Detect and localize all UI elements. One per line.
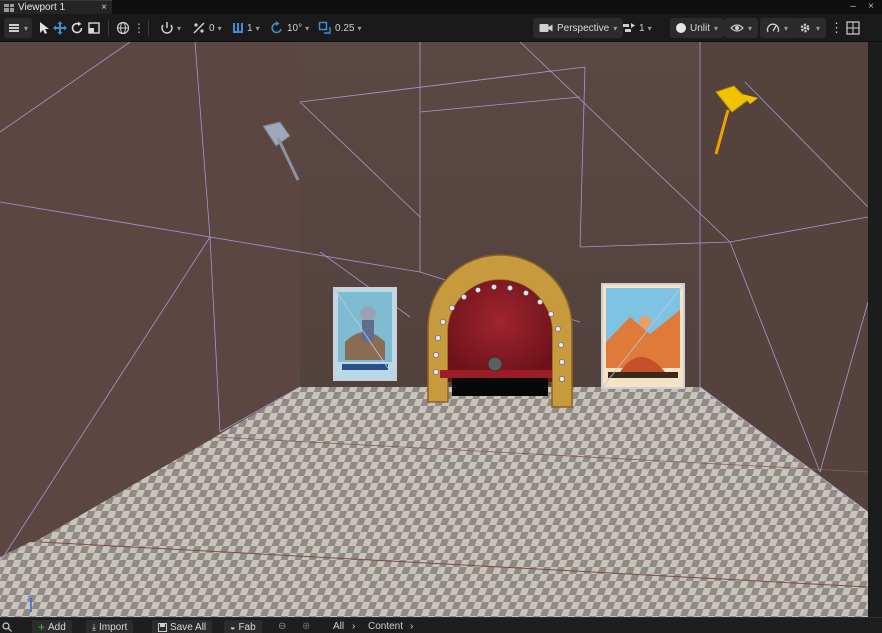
save-all-button[interactable]: Save All bbox=[152, 620, 213, 633]
settings-button[interactable]: ▾ bbox=[792, 18, 827, 38]
axis-gizmo: z bbox=[27, 595, 32, 612]
tab-label: Viewport 1 bbox=[18, 2, 66, 13]
gauge-icon bbox=[766, 23, 780, 33]
path-root[interactable]: All bbox=[333, 620, 344, 633]
hamburger-icon bbox=[8, 24, 19, 32]
rotate-icon[interactable] bbox=[70, 21, 84, 35]
chevron-down-icon: ▾ bbox=[357, 23, 362, 33]
grid-snap-icon bbox=[193, 22, 205, 34]
fab-icon: ◒ bbox=[230, 622, 236, 632]
surface-snap-button[interactable]: ▾ bbox=[160, 18, 181, 38]
add-label: Add bbox=[48, 621, 66, 633]
chevron-down-icon: ▾ bbox=[784, 23, 789, 33]
camera-speed-button[interactable]: 1 ▾ bbox=[622, 18, 652, 38]
close-window-icon[interactable]: × bbox=[864, 1, 878, 12]
rotation-snap-value: 1 bbox=[247, 22, 253, 34]
unlit-sphere-icon bbox=[676, 23, 686, 33]
lit-mode-button[interactable]: Unlit ▾ bbox=[670, 18, 725, 38]
toolbar-separator bbox=[148, 20, 149, 36]
globe-icon bbox=[116, 21, 130, 35]
camera-icon bbox=[539, 24, 553, 32]
chevron-down-icon: ▾ bbox=[816, 23, 821, 33]
viewport-toolbar: ▾ ⋮ ▾ 0 ▾ 1 ▾ 10° ▾ 0.25 ▾ Perspective ▾ bbox=[0, 14, 882, 42]
fab-label: Fab bbox=[238, 621, 256, 633]
performance-button[interactable]: ▾ bbox=[760, 18, 795, 38]
angle-snap-button[interactable]: 10° ▾ bbox=[270, 18, 309, 38]
path-folder[interactable]: Content bbox=[368, 620, 403, 633]
save-all-label: Save All bbox=[170, 621, 207, 633]
grid-snap-button[interactable]: 0 ▾ bbox=[192, 18, 222, 38]
toolbar-separator bbox=[108, 20, 109, 36]
history-forward-icon[interactable]: ⊕ bbox=[302, 620, 310, 633]
chevron-down-icon: ▾ bbox=[305, 23, 310, 33]
lit-mode-label: Unlit bbox=[690, 22, 711, 34]
minimize-icon[interactable]: – bbox=[846, 1, 860, 12]
world-local-toggle[interactable]: ⋮ bbox=[116, 18, 145, 38]
breadcrumb-chevron-icon: › bbox=[352, 621, 356, 632]
close-icon[interactable]: × bbox=[101, 1, 107, 14]
chevron-down-icon: ▾ bbox=[714, 23, 719, 33]
transform-tools bbox=[38, 18, 101, 38]
viewport-tab-icon bbox=[4, 3, 14, 12]
view-mode-label: Perspective bbox=[557, 22, 610, 34]
level-viewport[interactable]: z bbox=[0, 42, 868, 617]
fab-button[interactable]: ◒ Fab bbox=[224, 620, 262, 633]
tab-viewport-1[interactable]: Viewport 1 × bbox=[0, 0, 112, 14]
gear-icon bbox=[800, 23, 810, 33]
scale-snap-button[interactable]: 0.25 ▾ bbox=[318, 18, 361, 38]
plus-icon: + bbox=[38, 620, 46, 633]
import-button[interactable]: ⤓ Import bbox=[86, 620, 134, 633]
translation-snap-icon bbox=[233, 23, 243, 33]
layout-button[interactable] bbox=[846, 18, 860, 38]
import-icon: ⤓ bbox=[92, 621, 96, 632]
select-arrow-icon[interactable] bbox=[38, 21, 50, 35]
chevron-down-icon: ▾ bbox=[217, 23, 222, 33]
viewport-side-panel bbox=[868, 42, 882, 617]
poster-right bbox=[601, 283, 685, 389]
chevron-down-icon: ▾ bbox=[748, 23, 753, 33]
show-flags-button[interactable]: ▾ bbox=[724, 18, 759, 38]
search-icon[interactable] bbox=[2, 622, 12, 632]
viewport-options-button[interactable]: ▾ bbox=[4, 18, 32, 38]
eye-icon bbox=[730, 24, 744, 32]
breadcrumb-chevron-icon: › bbox=[410, 621, 414, 632]
content-browser-bar: + Add ⤓ Import Save All ◒ Fab ⊖ ⊕ All › … bbox=[0, 617, 882, 633]
scale-snap-value: 0.25 bbox=[335, 22, 355, 34]
import-label: Import bbox=[98, 621, 128, 633]
angle-snap-value: 10° bbox=[287, 22, 303, 34]
rotation-snap-button[interactable]: 1 ▾ bbox=[232, 18, 260, 38]
chevron-down-icon: ▾ bbox=[613, 23, 618, 33]
more-menu-button[interactable]: ⋮ bbox=[830, 18, 843, 38]
tab-strip: Viewport 1 × – × bbox=[0, 0, 882, 14]
more-options-icon: ⋮ bbox=[830, 20, 843, 35]
surface-snap-icon bbox=[161, 22, 173, 34]
angle-snap-icon bbox=[271, 21, 282, 34]
grid-snap-value: 0 bbox=[209, 22, 215, 34]
camera-speed-value: 1 bbox=[639, 22, 645, 34]
poster-left bbox=[333, 287, 397, 381]
save-icon bbox=[158, 622, 167, 632]
view-mode-button[interactable]: Perspective ▾ bbox=[533, 18, 624, 38]
scale-snap-icon bbox=[318, 21, 331, 34]
svg-text:z: z bbox=[27, 595, 31, 602]
chevron-down-icon: ▾ bbox=[255, 23, 260, 33]
layout-grid-icon bbox=[846, 21, 860, 35]
scale-icon[interactable] bbox=[87, 21, 101, 35]
chevron-down-icon: ▾ bbox=[177, 23, 182, 33]
more-options-icon[interactable]: ⋮ bbox=[133, 21, 145, 35]
camera-speed-icon bbox=[623, 23, 635, 32]
chevron-down-icon: ▾ bbox=[23, 23, 28, 33]
history-back-icon[interactable]: ⊖ bbox=[278, 620, 286, 633]
chevron-down-icon: ▾ bbox=[647, 23, 652, 33]
move-icon[interactable] bbox=[53, 21, 67, 35]
viewport-scene bbox=[0, 42, 868, 617]
add-button[interactable]: + Add bbox=[32, 620, 72, 633]
